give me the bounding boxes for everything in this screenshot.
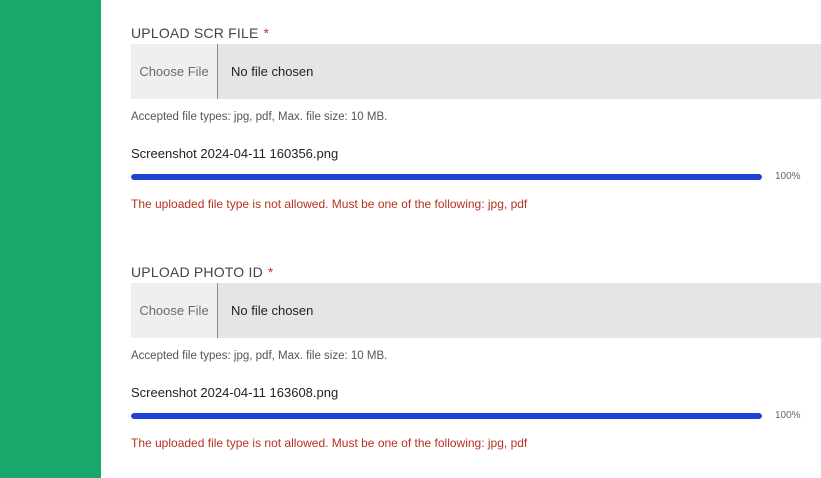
upload-progress-fill <box>131 174 762 180</box>
file-status-text: No file chosen <box>231 303 314 318</box>
upload-progress-bar <box>131 413 762 419</box>
choose-file-button[interactable]: Choose File <box>131 44 218 99</box>
upload-progress-fill <box>131 413 762 419</box>
field-label: UPLOAD SCR FILE * <box>131 25 269 41</box>
uploaded-filename: Screenshot 2024-04-11 163608.png <box>131 385 339 400</box>
required-marker: * <box>263 25 270 41</box>
upload-progress-bar <box>131 174 762 180</box>
upload-progress-percent: 100% <box>775 410 801 421</box>
accepted-types-hint: Accepted file types: jpg, pdf, Max. file… <box>131 111 388 123</box>
upload-error-message: The uploaded file type is not allowed. M… <box>131 436 528 450</box>
file-status-text: No file chosen <box>231 64 314 79</box>
field-label-text: UPLOAD PHOTO ID <box>131 264 263 280</box>
upload-error-message: The uploaded file type is not allowed. M… <box>131 197 528 211</box>
field-label: UPLOAD PHOTO ID * <box>131 264 274 280</box>
uploaded-filename: Screenshot 2024-04-11 160356.png <box>131 146 339 161</box>
field-label-text: UPLOAD SCR FILE <box>131 25 259 41</box>
choose-file-button[interactable]: Choose File <box>131 283 218 338</box>
accepted-types-hint: Accepted file types: jpg, pdf, Max. file… <box>131 350 388 362</box>
sidebar <box>0 0 101 478</box>
required-marker: * <box>267 264 274 280</box>
photo-id-file-input[interactable]: Choose File No file chosen <box>131 283 821 338</box>
upload-progress-percent: 100% <box>775 171 801 182</box>
upload-form: UPLOAD SCR FILE * Choose File No file cho… <box>131 0 821 478</box>
scr-file-input[interactable]: Choose File No file chosen <box>131 44 821 99</box>
